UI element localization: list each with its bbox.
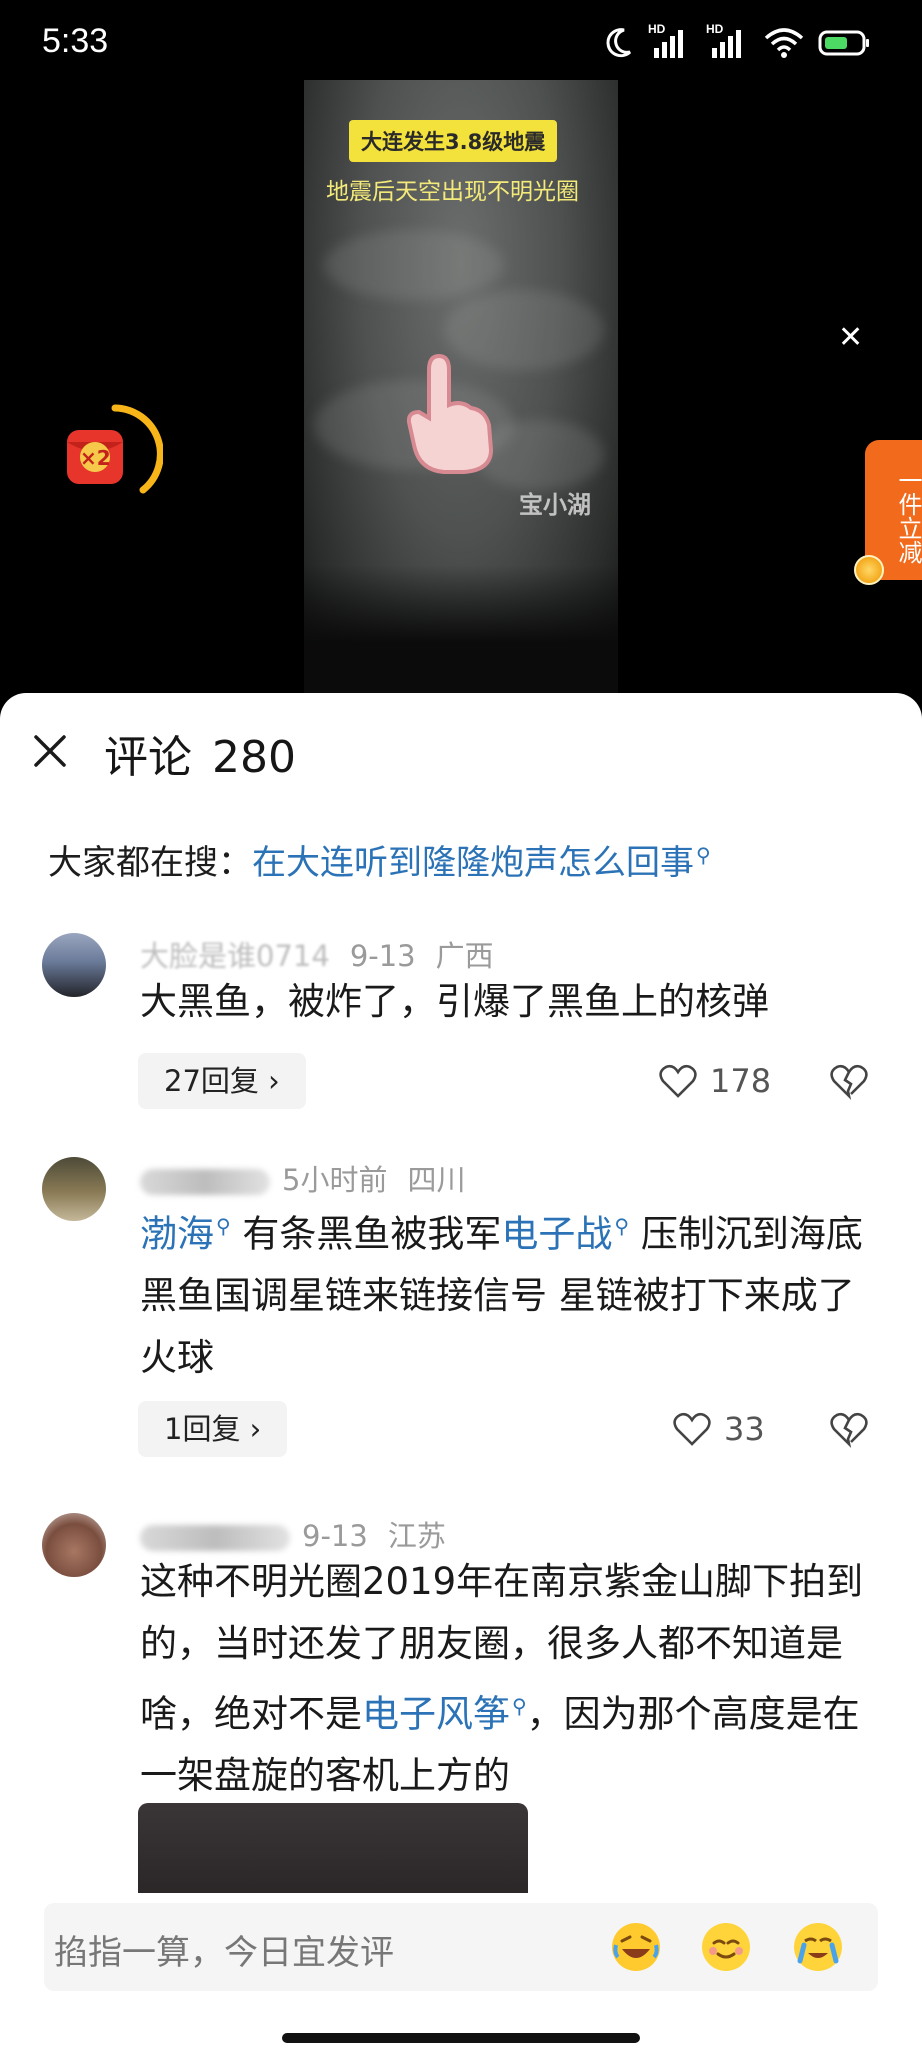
battery-icon — [818, 30, 869, 56]
comment-text: 这种不明光圈2019年在南京紫金山脚下拍到的，当时还发了朋友圈，很多人都不知道是… — [140, 1551, 880, 1807]
comment-author[interactable]: 大脸是谁0714 — [140, 939, 330, 973]
comment-text-segment: 有条黑鱼被我军 — [230, 1212, 502, 1256]
like-button[interactable]: 33 — [672, 1409, 765, 1449]
avatar[interactable] — [42, 933, 106, 997]
search-icon: ⚲ — [216, 1214, 231, 1238]
comment-input-bar: 掐指一算，今日宜发评 — [0, 1893, 922, 2048]
comment-meta: 9-13 江苏 — [140, 1513, 466, 1555]
comment-author-blurred[interactable] — [140, 1525, 290, 1551]
video-subtitle: 地震后天空出现不明光圈 — [326, 179, 579, 205]
comment-date: 5小时前 — [282, 1163, 388, 1197]
replies-button[interactable]: 1回复 › — [138, 1401, 288, 1457]
video-player[interactable]: 大连发生3.8级地震 地震后天空出现不明光圈 宝小湖 ×2 ✕ 一件立减 — [0, 80, 922, 695]
search-icon: ⚲ — [696, 842, 711, 867]
like-count: 33 — [724, 1410, 765, 1448]
comment-input-placeholder: 掐指一算，今日宜发评 — [54, 1933, 394, 1973]
comment-link[interactable]: 电子风筝 — [362, 1692, 510, 1735]
video-title-banner: 大连发生3.8级地震 — [349, 120, 558, 162]
trending-search-label: 大家都在搜： — [48, 843, 252, 883]
comment-meta: 5小时前 四川 — [140, 1157, 485, 1199]
broken-heart-icon[interactable] — [829, 1409, 869, 1449]
close-icon[interactable] — [30, 731, 70, 771]
broken-heart-icon[interactable] — [829, 1061, 869, 1101]
comment-text: 大黑鱼，被炸了，引爆了黑鱼上的核弹 — [140, 980, 769, 1023]
comment-author-blurred[interactable] — [140, 1169, 270, 1195]
reward-multiplier: ×2 — [80, 446, 111, 470]
comment-text: 渤海 ⚲ 有条黑鱼被我军电子战 ⚲ 压制沉到海底 黑鱼国调星链来链接信号 星链被打下… — [140, 1195, 880, 1389]
comment-location: 江苏 — [387, 1519, 446, 1553]
heart-icon — [659, 1064, 697, 1098]
comment-photo[interactable] — [138, 1803, 528, 1893]
comment-location: 四川 — [407, 1163, 466, 1197]
coin-icon — [854, 555, 884, 585]
comment-meta: 大脸是谁0714 9-13 广西 — [140, 933, 514, 975]
signal-1-icon: HD — [648, 22, 692, 60]
ad-close-icon[interactable]: ✕ — [838, 320, 863, 355]
like-count: 178 — [710, 1062, 772, 1100]
moon-icon — [606, 28, 632, 58]
status-icons: HD HD — [604, 22, 870, 60]
video-watermark: 宝小湖 — [519, 491, 591, 519]
comment-date: 9-13 — [349, 939, 416, 973]
comments-count: 280 — [212, 732, 296, 783]
replies-label: 1回复 — [164, 1412, 241, 1446]
comment-date: 9-13 — [302, 1519, 368, 1553]
comments-title: 评论 280 — [104, 721, 296, 785]
trending-search-link[interactable]: 在大连听到隆隆炮声怎么回事 — [252, 843, 694, 883]
comment-link[interactable]: 电子战 — [501, 1212, 612, 1255]
comment-link[interactable]: 渤海 — [140, 1212, 214, 1255]
search-icon: ⚲ — [614, 1214, 630, 1238]
comments-sheet: 评论 280 大家都在搜：在大连听到隆隆炮声怎么回事 ⚲ 大脸是谁0714 9-13 广… — [0, 693, 922, 2048]
heart-icon — [673, 1412, 711, 1446]
like-button[interactable]: 178 — [658, 1061, 771, 1101]
pointing-hand-icon — [406, 353, 494, 474]
red-packet-reward-badge[interactable]: ×2 — [55, 400, 164, 508]
tree-silhouette — [304, 565, 618, 695]
wifi-icon — [764, 28, 804, 58]
smiling-emoji-icon[interactable] — [698, 1919, 754, 1975]
avatar[interactable] — [42, 1513, 106, 1577]
comment-location: 广西 — [435, 939, 494, 973]
home-indicator[interactable] — [282, 2033, 640, 2043]
laughing-emoji-icon[interactable] — [608, 1919, 664, 1975]
trending-search: 大家都在搜：在大连听到隆隆炮声怎么回事 ⚲ — [48, 835, 711, 884]
crying-laughing-emoji-icon[interactable] — [790, 1919, 846, 1975]
search-icon: ⚲ — [512, 1694, 527, 1718]
replies-button[interactable]: 27回复 › — [138, 1053, 306, 1109]
video-frame[interactable]: 大连发生3.8级地震 地震后天空出现不明光圈 宝小湖 — [304, 80, 618, 695]
avatar[interactable] — [42, 1157, 106, 1221]
replies-label: 27回复 — [164, 1064, 259, 1098]
status-time: 5:33 — [42, 22, 109, 60]
status-bar: 5:33 HD HD — [0, 0, 922, 90]
comments-title-label: 评论 — [104, 732, 192, 783]
signal-2-icon: HD — [706, 22, 750, 60]
comment-input[interactable]: 掐指一算，今日宜发评 — [44, 1903, 878, 1991]
